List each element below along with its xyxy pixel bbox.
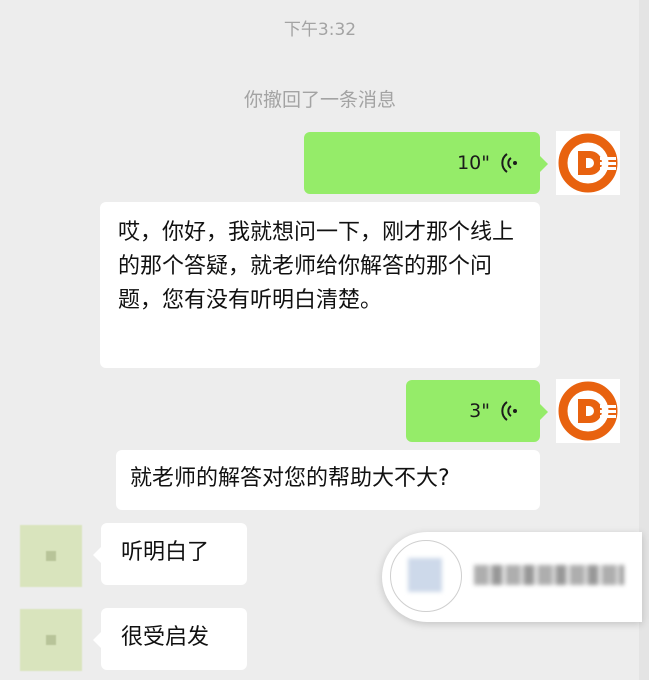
contact-avatar[interactable] <box>20 609 82 671</box>
message-text: 听明白了 <box>121 540 210 565</box>
recall-notice: 你撤回了一条消息 <box>243 89 396 111</box>
notification-avatar <box>408 558 442 592</box>
floating-notification[interactable] <box>382 532 642 622</box>
voice-message-bubble[interactable]: 3" <box>406 380 548 442</box>
message-text: 哎，你好，我就想问一下，刚才那个线上的那个答疑，就老师给你解答的那个问题，您有没… <box>118 220 515 313</box>
voice-duration: 10" <box>457 152 490 174</box>
message-timestamp: 下午3:32 <box>283 20 357 40</box>
voice-wave-icon <box>501 401 517 421</box>
self-avatar-logo-icon[interactable] <box>556 379 620 443</box>
text-message-bubble[interactable]: 哎，你好，我就想问一下，刚才那个线上的那个答疑，就老师给你解答的那个问题，您有没… <box>100 202 540 368</box>
voice-message-bubble[interactable]: 10" <box>304 132 548 194</box>
message-text: 很受启发 <box>121 625 210 650</box>
text-message-bubble[interactable]: 就老师的解答对您的帮助大不大? <box>116 450 540 510</box>
notification-blurred-text <box>474 565 624 585</box>
contact-avatar[interactable] <box>20 525 82 587</box>
text-message-bubble[interactable]: 听明白了 <box>93 523 247 585</box>
text-message-bubble[interactable]: 很受启发 <box>93 608 247 670</box>
voice-wave-icon <box>501 153 517 173</box>
voice-duration: 3" <box>469 400 490 422</box>
self-avatar-logo-icon[interactable] <box>556 131 620 195</box>
message-text: 就老师的解答对您的帮助大不大? <box>130 466 450 491</box>
